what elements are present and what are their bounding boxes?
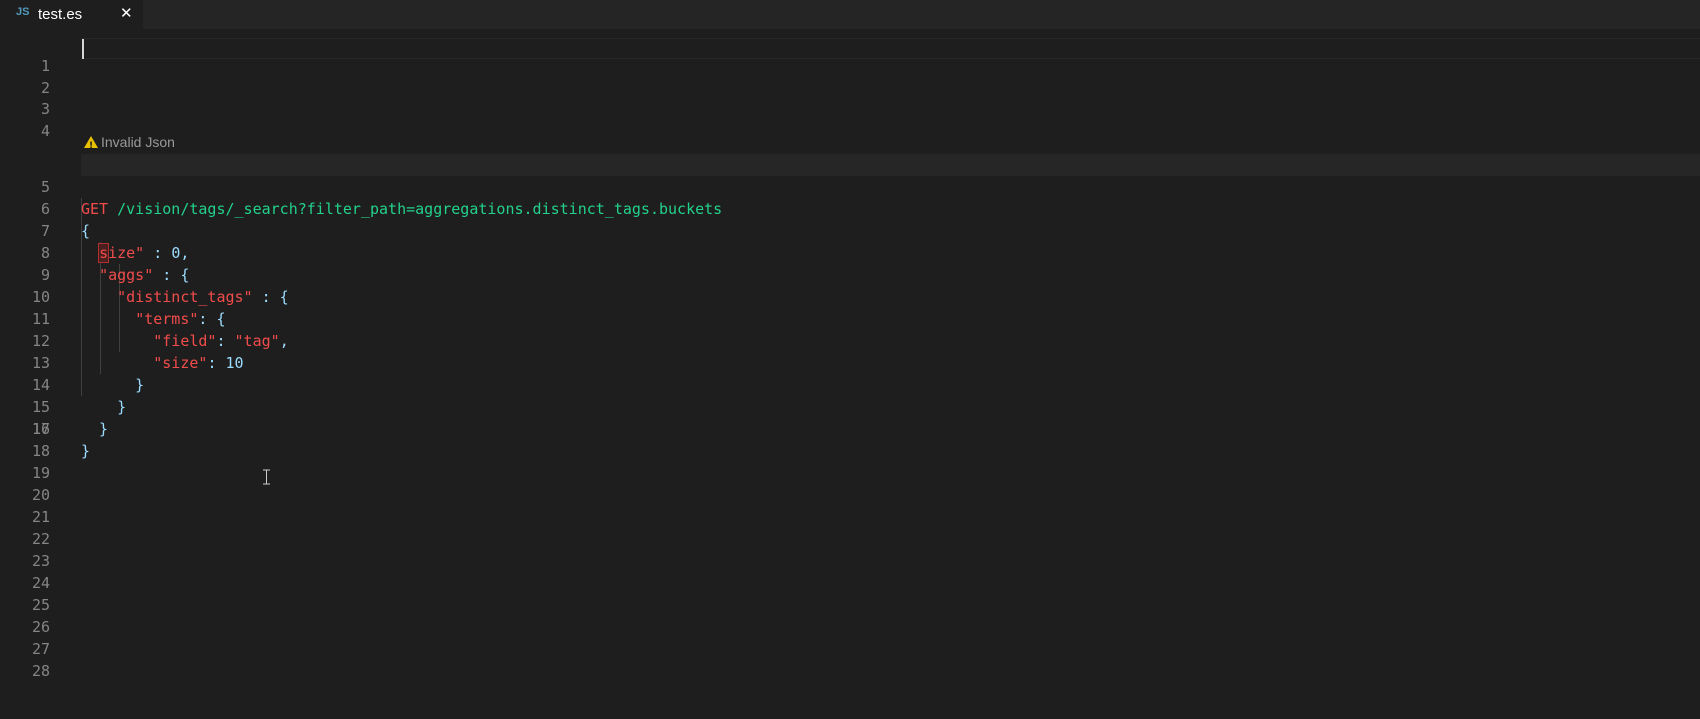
code-line: 20 xyxy=(0,484,1700,506)
line-number: 17 xyxy=(31,420,50,438)
line-number: 28 xyxy=(31,662,50,680)
line-number: 25 xyxy=(31,596,50,614)
code-line: 21 xyxy=(0,506,1700,528)
line-number: 24 xyxy=(31,574,50,592)
code-line: 25 xyxy=(0,594,1700,616)
line-number: 18 xyxy=(31,442,50,460)
line-number: 27 xyxy=(31,640,50,658)
tab-label: test.es xyxy=(38,6,83,23)
code-line: 24 xyxy=(0,572,1700,594)
code-line: 12 "size": 10 xyxy=(0,308,1700,372)
code-line: 1 xyxy=(0,33,1700,75)
line-number: 19 xyxy=(31,464,50,482)
code-line: 11 "field": "tag", xyxy=(0,286,1700,350)
code-line: 5 GET /vision/tags/_search?filter_path=a… xyxy=(0,154,1700,218)
line-number: 23 xyxy=(31,552,50,570)
code-line: 8 "aggs" : { xyxy=(0,220,1700,284)
codelens-text: Invalid Json xyxy=(101,134,175,150)
code-line: 2 xyxy=(0,55,1700,97)
javascript-file-icon: JS xyxy=(16,6,30,18)
code-line: 22 xyxy=(0,528,1700,550)
code-line: 4 xyxy=(0,98,1700,140)
close-icon[interactable]: ✕ xyxy=(120,4,133,22)
tab-bar: JS test.es ✕ xyxy=(0,0,1700,29)
code-line: 14 } xyxy=(0,352,1700,416)
code-line: 28 xyxy=(0,660,1700,682)
code-line: 16 } xyxy=(0,396,1700,460)
line-number: 20 xyxy=(31,486,50,504)
code-line: 6 { xyxy=(0,176,1700,240)
code-line: 7 size" : 0, xyxy=(0,198,1700,263)
code-line: 26 xyxy=(0,616,1700,638)
code-line: 19 xyxy=(0,462,1700,484)
code-line: 13 } xyxy=(0,330,1700,394)
line-number: 4 xyxy=(40,122,50,140)
code-editor[interactable]: Invalid Json 1 2 3 4 5 GET /vision/tags/… xyxy=(0,29,1700,719)
code-line: 18 xyxy=(0,440,1700,462)
code-line: 17 xyxy=(0,418,1700,440)
code-line: 10 "terms": { xyxy=(0,264,1700,328)
line-number: 22 xyxy=(31,530,50,548)
code-line: 9 "distinct_tags" : { xyxy=(0,242,1700,306)
code-line: 3 xyxy=(0,76,1700,118)
tab-test-es[interactable]: JS test.es ✕ xyxy=(0,0,143,29)
code-line: 27 xyxy=(0,638,1700,660)
line-number: 26 xyxy=(31,618,50,636)
mouse-ibeam-cursor-icon xyxy=(262,469,271,485)
invalid-json-codelens[interactable]: Invalid Json xyxy=(84,133,175,155)
line-number: 21 xyxy=(31,508,50,526)
warning-icon xyxy=(84,136,98,155)
code-line: 15 } xyxy=(0,374,1700,438)
code-line: 23 xyxy=(0,550,1700,572)
